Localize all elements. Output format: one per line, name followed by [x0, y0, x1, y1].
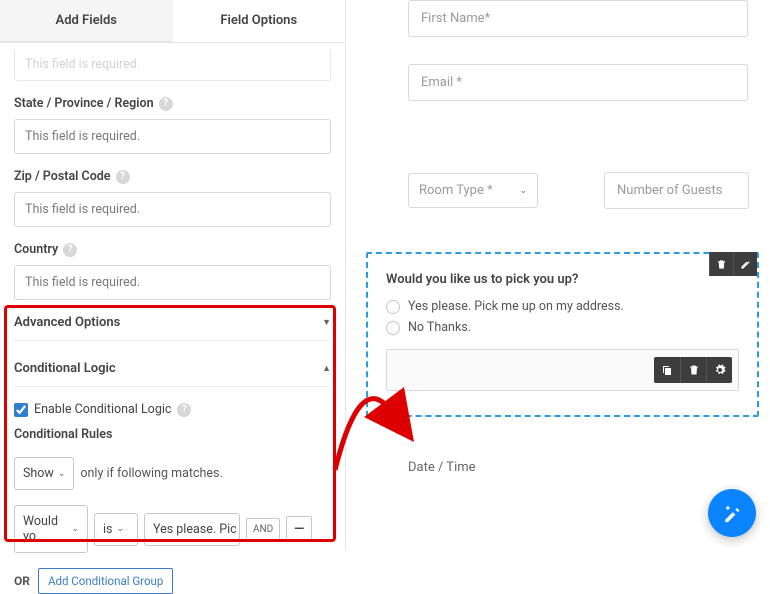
- input-country[interactable]: This field is required.: [14, 265, 331, 300]
- or-label: OR: [14, 574, 30, 588]
- trash-icon[interactable]: [680, 357, 706, 383]
- block-toolbar: [709, 252, 757, 276]
- input-first-name[interactable]: First Name*: [408, 0, 748, 37]
- embedded-field-box[interactable]: [386, 349, 739, 391]
- label-zip: Zip / Postal Code ?: [14, 169, 331, 184]
- chevron-down-icon: ⌄: [117, 524, 125, 534]
- help-icon[interactable]: ?: [159, 97, 173, 111]
- or-row: OR Add Conditional Group: [14, 568, 331, 594]
- section-advanced-label: Advanced Options: [14, 315, 120, 330]
- and-button[interactable]: AND: [246, 518, 280, 541]
- trash-icon[interactable]: [709, 252, 733, 276]
- input-guests[interactable]: Number of Guests: [604, 172, 749, 209]
- radio-opt1: Yes please. Pick me up on my address.: [408, 299, 624, 314]
- chevron-down-icon: ⌄: [519, 186, 527, 196]
- caret-down-icon: ▼: [322, 317, 331, 328]
- input-email[interactable]: Email *: [408, 64, 748, 101]
- left-panel: Add Fields Field Options This field is r…: [0, 0, 346, 551]
- pickup-title: Would you like us to pick you up?: [386, 272, 739, 287]
- chevron-down-icon: ⌄: [58, 469, 66, 479]
- embedded-toolbar: [654, 357, 732, 383]
- label-country-text: Country: [14, 242, 58, 257]
- input-state[interactable]: This field is required.: [14, 119, 331, 154]
- radio-row-2[interactable]: No Thanks.: [386, 320, 739, 335]
- radio-icon: [386, 321, 400, 335]
- select-room-type[interactable]: Room Type * ⌄: [408, 173, 538, 208]
- enable-conditional-label: Enable Conditional Logic: [34, 402, 171, 417]
- cond-value-text: Yes please. Pic: [153, 522, 237, 537]
- section-conditional: Conditional Logic ▲ Enable Conditional L…: [14, 341, 331, 594]
- cond-op-value: is: [103, 522, 113, 537]
- show-row: Show ⌄ only if following matches.: [14, 457, 331, 490]
- tab-add-fields[interactable]: Add Fields: [0, 0, 173, 42]
- show-select-value: Show: [23, 466, 54, 481]
- section-conditional-label: Conditional Logic: [14, 361, 116, 376]
- enable-conditional-row: Enable Conditional Logic ?: [14, 402, 331, 417]
- show-select[interactable]: Show ⌄: [14, 457, 74, 490]
- select-room-type-value: Room Type *: [419, 183, 493, 198]
- selected-field-block[interactable]: Would you like us to pick you up? Yes pl…: [366, 252, 759, 417]
- clipped-input[interactable]: This field is required.: [14, 49, 331, 81]
- panel-body: This field is required. State / Province…: [0, 49, 345, 594]
- only-if-text: only if following matches.: [80, 466, 222, 481]
- help-icon[interactable]: ?: [177, 403, 191, 417]
- radio-icon: [386, 300, 400, 314]
- fab-button[interactable]: [708, 489, 756, 537]
- wand-icon: [722, 503, 742, 523]
- help-icon[interactable]: ?: [116, 170, 130, 184]
- help-icon[interactable]: ?: [63, 243, 77, 257]
- label-zip-text: Zip / Postal Code: [14, 169, 111, 184]
- right-panel: First Name* Email * Room Type * ⌄ Number…: [346, 0, 770, 551]
- cond-value-select[interactable]: Yes please. Pic ⌄: [144, 513, 240, 546]
- pencil-icon[interactable]: [733, 252, 757, 276]
- add-conditional-group-button[interactable]: Add Conditional Group: [38, 568, 173, 594]
- caret-up-icon: ▲: [322, 363, 331, 374]
- label-state-text: State / Province / Region: [14, 96, 154, 111]
- copy-icon[interactable]: [654, 357, 680, 383]
- remove-button[interactable]: —: [286, 516, 312, 542]
- radio-row-1[interactable]: Yes please. Pick me up on my address.: [386, 299, 739, 314]
- section-conditional-header[interactable]: Conditional Logic ▲: [14, 346, 331, 387]
- label-country: Country ?: [14, 242, 331, 257]
- cond-field-select[interactable]: Would yo ⌄: [14, 505, 88, 553]
- date-time-label: Date / Time: [408, 460, 476, 475]
- tab-field-options[interactable]: Field Options: [173, 0, 346, 42]
- enable-conditional-checkbox[interactable]: [14, 403, 28, 417]
- radio-opt2: No Thanks.: [408, 320, 471, 335]
- cond-field-value: Would yo: [23, 514, 67, 544]
- cond-op-select[interactable]: is ⌄: [94, 513, 138, 546]
- gear-icon[interactable]: [706, 357, 732, 383]
- label-state: State / Province / Region ?: [14, 96, 331, 111]
- tabs: Add Fields Field Options: [0, 0, 345, 43]
- input-zip[interactable]: This field is required.: [14, 192, 331, 227]
- chevron-down-icon: ⌄: [71, 524, 79, 534]
- conditional-rules-label: Conditional Rules: [14, 427, 331, 442]
- condition-row: Would yo ⌄ is ⌄ Yes please. Pic ⌄ AND —: [14, 505, 331, 553]
- section-advanced[interactable]: Advanced Options ▼: [14, 300, 331, 341]
